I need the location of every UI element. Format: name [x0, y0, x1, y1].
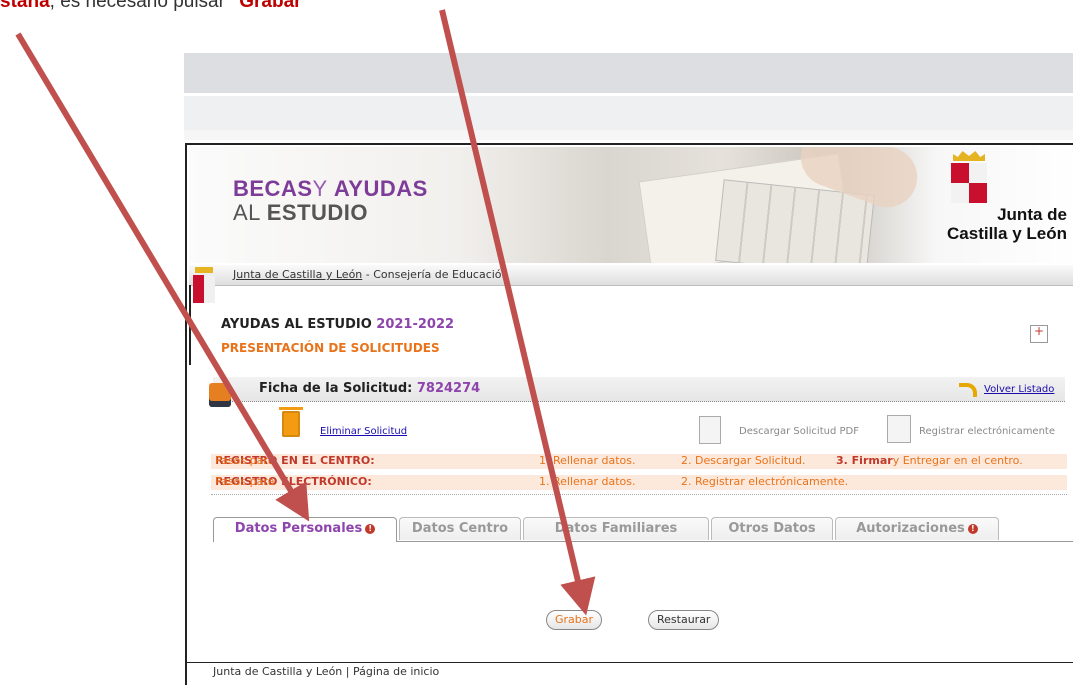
eliminar-solicitud-link[interactable]: Eliminar Solicitud [320, 426, 407, 437]
tab-datos-familiares[interactable]: Datos Familiares [523, 517, 709, 540]
institution-link[interactable]: Junta de Castilla y León [233, 268, 362, 281]
institution-bar: Junta de Castilla y León - Consejería de… [189, 265, 1073, 286]
jcyl-line1: Junta de [997, 205, 1067, 224]
warning-icon: ! [365, 523, 376, 534]
pdf-icon [699, 416, 721, 444]
pasos-centro-row: Pasos para REGISTRO EN EL CENTRO: 1. Rel… [211, 454, 1067, 469]
banner-title-line1: BECASY AYUDAS [233, 177, 428, 201]
browser-divider [184, 130, 1073, 140]
pasos-elec-step1: 1. Rellenar datos. [539, 475, 636, 488]
jcyl-logo[interactable]: Junta de Castilla y León [937, 147, 1073, 263]
caption-quote: " [230, 0, 240, 12]
tab-label: Datos Personales [234, 521, 363, 536]
tab-label: Datos Centro [411, 521, 509, 536]
page-title-year: 2021-2022 [376, 317, 455, 332]
tab-bar: Datos Personales! Datos Centro Datos Fam… [213, 517, 1073, 542]
footer-divider [187, 662, 1073, 663]
restaurar-button[interactable]: Restaurar [648, 610, 720, 630]
pasos-centro-step3-bold: 3. Firmar [836, 454, 893, 467]
warning-icon: ! [967, 523, 978, 534]
banner-al: AL [233, 200, 261, 225]
print-icon[interactable] [1030, 324, 1048, 343]
footer-text: Junta de Castilla y León | Página de ini… [213, 665, 440, 678]
ficha-label-text: Ficha de la Solicitud: [259, 381, 413, 396]
page-subtitle: PRESENTACIÓN DE SOLICITUDES [221, 341, 440, 355]
jcyl-logo-text: Junta de Castilla y León [947, 205, 1067, 243]
caption-prefix: stana [0, 0, 50, 12]
banner-becas: BECAS [233, 176, 313, 201]
banner-title: BECASY AYUDAS AL ESTUDIO [233, 177, 428, 225]
tab-label: Otros Datos [728, 521, 816, 536]
instruction-caption: stana, es necesario pulsar "Grabar [0, 0, 302, 13]
pasos-centro-prefix: Pasos para [215, 454, 275, 467]
banner-title-line2: AL ESTUDIO [233, 201, 428, 225]
banner-y: Y [312, 176, 328, 201]
caption-action: Grabar [239, 0, 302, 12]
institution-text: Junta de Castilla y León - Consejería de… [233, 268, 509, 281]
pasos-elec-prefix: Pasos para [215, 475, 275, 488]
tab-datos-centro[interactable]: Datos Centro [399, 517, 521, 540]
form-actions: Grabar Restaurar [187, 610, 1073, 634]
ficha-number: 7824274 [416, 381, 481, 396]
coat-of-arms-icon [951, 163, 987, 203]
header-banner: BECASY AYUDAS AL ESTUDIO Junta de Castil… [189, 147, 1073, 263]
page-title: AYUDAS AL ESTUDIO 2021-2022 [221, 317, 454, 332]
pasos-centro-label: Pasos para REGISTRO EN EL CENTRO: [215, 454, 375, 467]
pasos-elec-step2: 2. Registrar electrónicamente. [681, 475, 849, 488]
content-gap [187, 565, 1073, 597]
page-frame: BECASY AYUDAS AL ESTUDIO Junta de Castil… [185, 143, 1073, 685]
pasos-centro-step3-rest: y Entregar en el centro. [892, 454, 1023, 467]
pasos-divider [211, 494, 1067, 495]
folder-icon [209, 383, 231, 407]
tab-label: Autorizaciones [856, 521, 965, 536]
register-icon [887, 415, 911, 443]
browser-bookmarks-band [184, 96, 1073, 130]
tab-otros-datos[interactable]: Otros Datos [711, 517, 833, 540]
tab-autorizaciones[interactable]: Autorizaciones! [835, 517, 999, 540]
pasos-centro-step3: 3. Firmar y Entregar en el centro. [836, 454, 1023, 467]
banner-ayudas: AYUDAS [333, 176, 428, 201]
crown-icon [953, 151, 985, 161]
banner-estudio: ESTUDIO [266, 200, 369, 225]
back-arrow-icon[interactable] [957, 381, 977, 397]
trash-icon[interactable] [279, 407, 303, 437]
jcyl-line2: Castilla y León [947, 224, 1067, 243]
pasos-elec-label: Pasos para REGISTRO ELECTRÓNICO: [215, 475, 372, 488]
page-title-text: AYUDAS AL ESTUDIO [221, 317, 372, 332]
volver-listado-link[interactable]: Volver Listado [984, 384, 1054, 395]
tab-datos-personales[interactable]: Datos Personales! [213, 517, 397, 542]
grabar-button[interactable]: Grabar [546, 610, 603, 630]
browser-toolbar-band [184, 53, 1073, 93]
ficha-label: Ficha de la Solicitud: 7824274 [259, 381, 480, 396]
pasos-electronico-row: Pasos para REGISTRO ELECTRÓNICO: 1. Rell… [211, 475, 1067, 490]
pasos-centro-step2: 2. Descargar Solicitud. [681, 454, 806, 467]
pasos-centro-step1: 1. Rellenar datos. [539, 454, 636, 467]
tab-label: Datos Familiares [554, 521, 678, 536]
caption-middle: , es necesario pulsar [49, 0, 231, 12]
descargar-pdf-link: Descargar Solicitud PDF [739, 426, 859, 437]
registrar-electronicamente-link: Registrar electrónicamente [919, 426, 1055, 437]
side-divider [189, 285, 221, 365]
institution-dept: - Consejería de Educación [362, 268, 509, 281]
